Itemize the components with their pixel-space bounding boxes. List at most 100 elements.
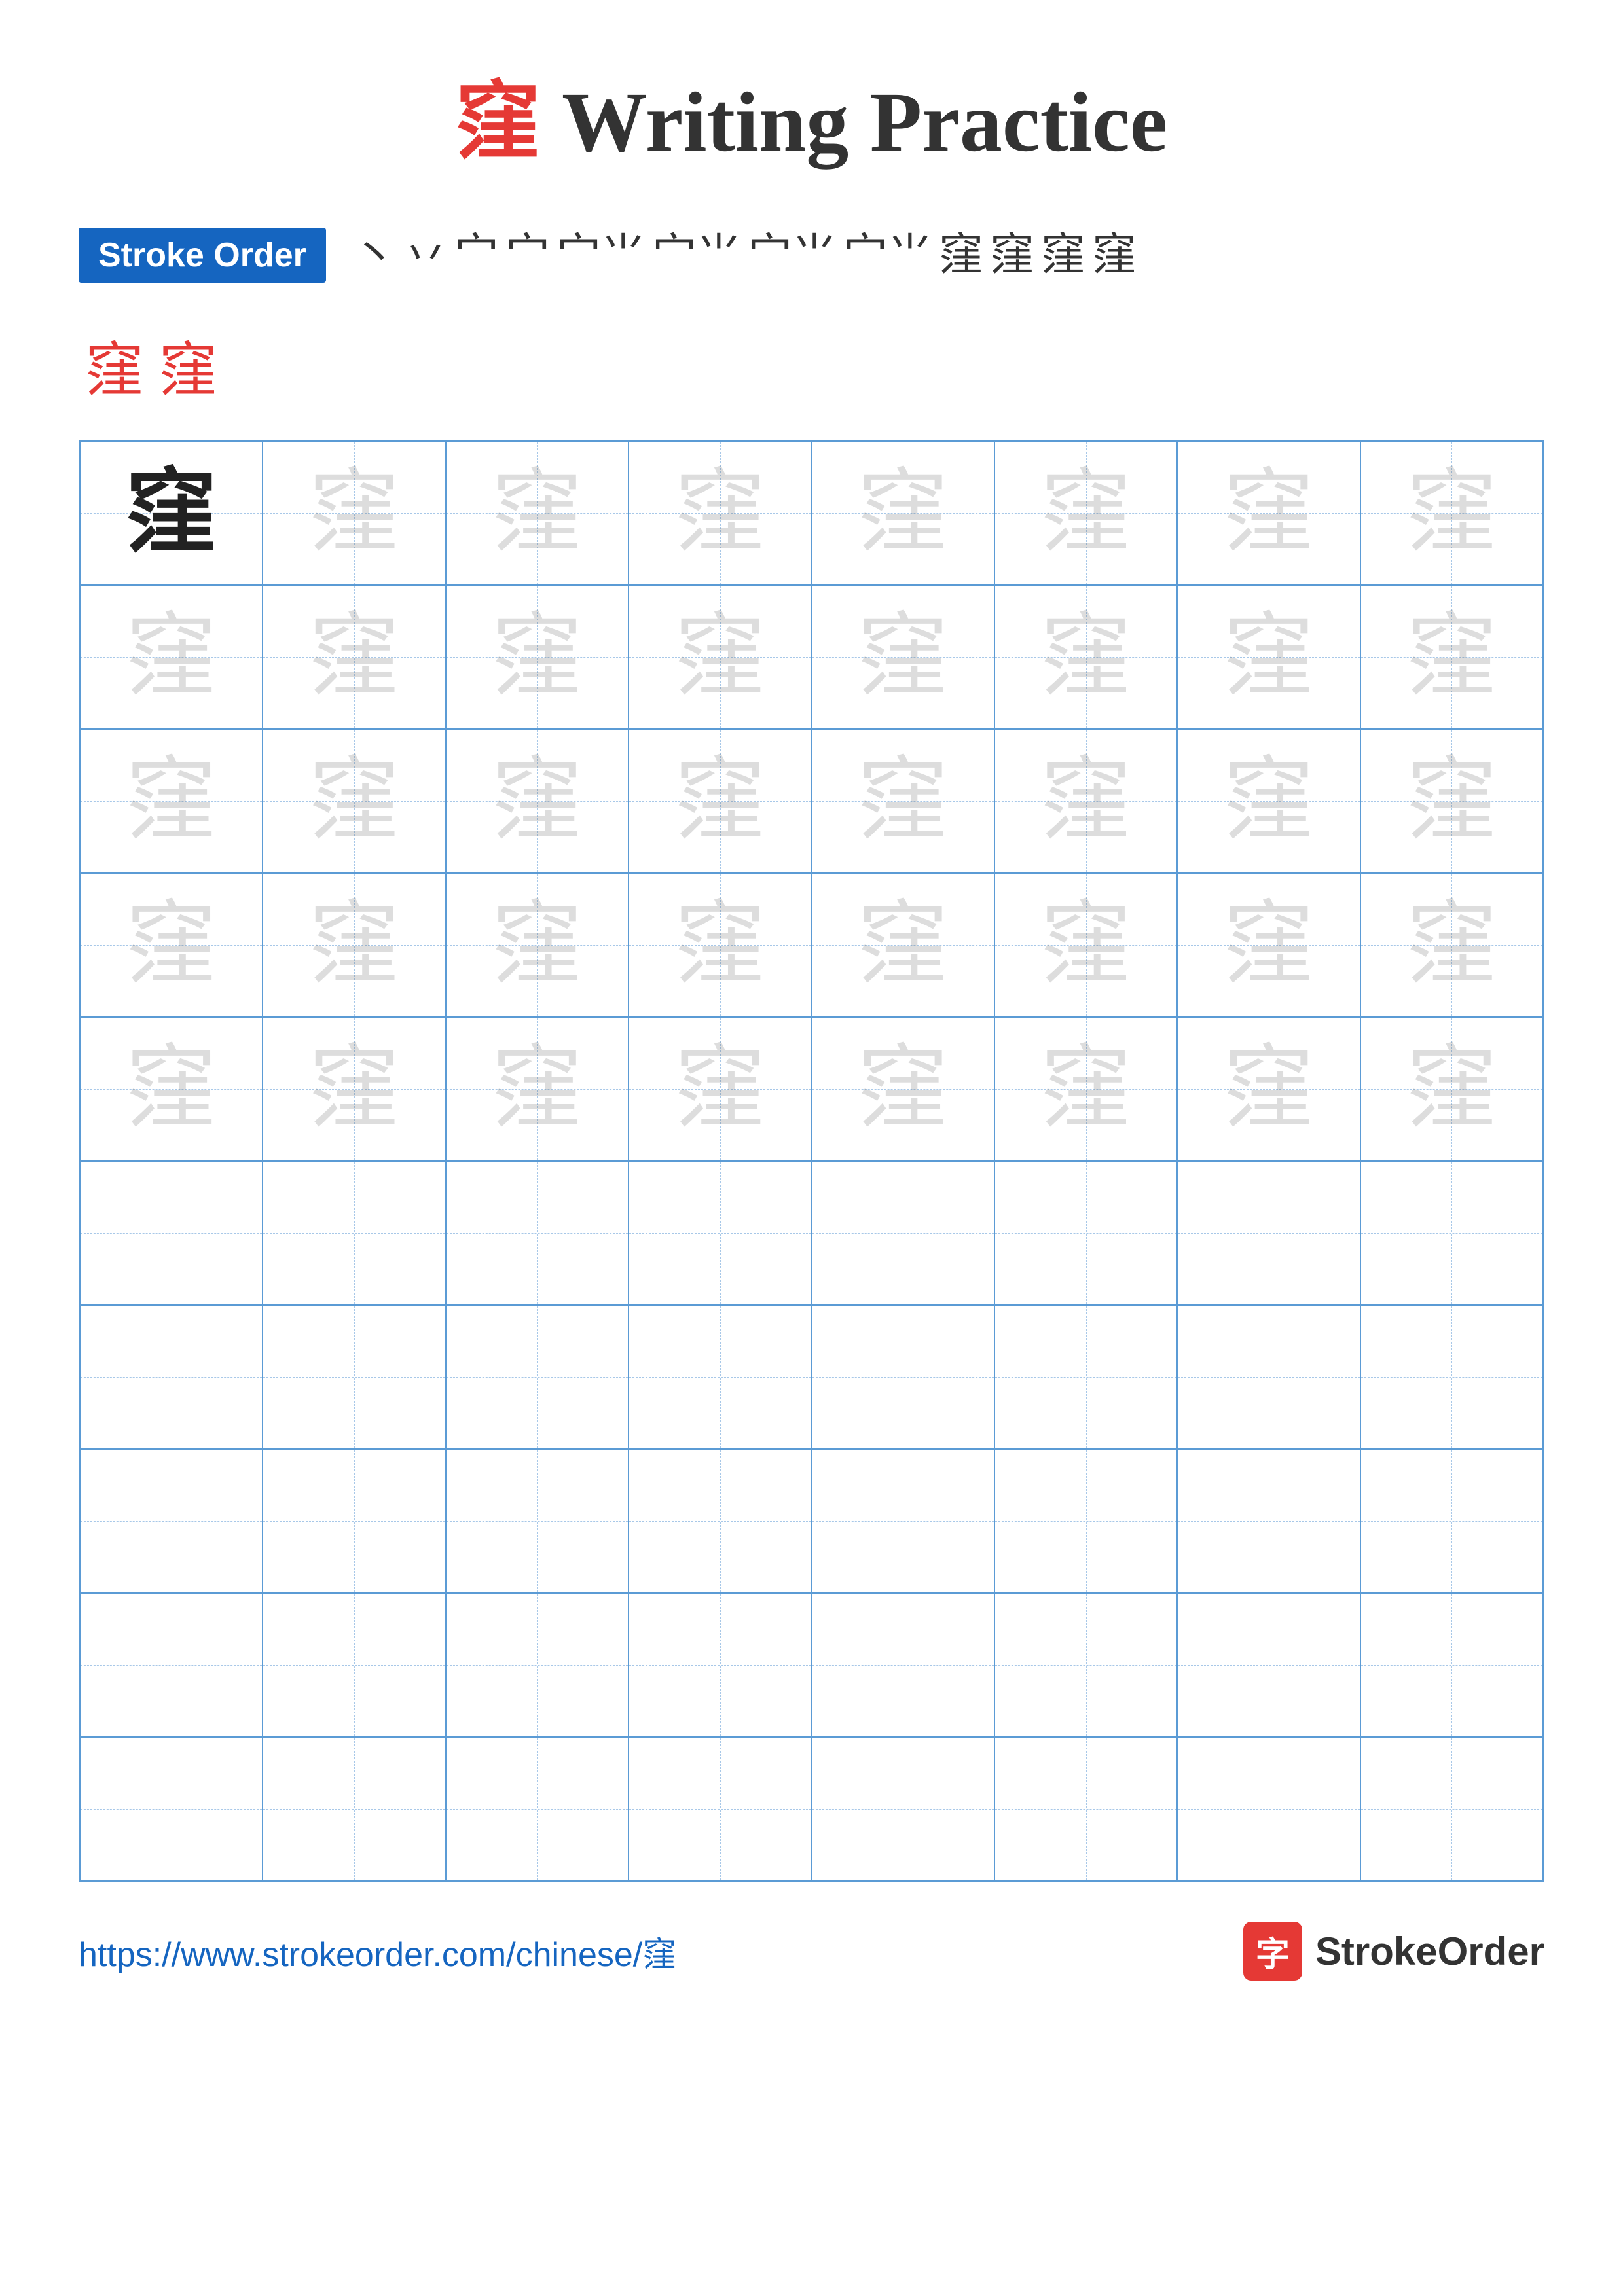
grid-cell-r5c1: 窪 bbox=[80, 1017, 263, 1161]
grid-cell-r7c2 bbox=[263, 1305, 445, 1449]
char-faded: 窪 bbox=[1040, 1043, 1132, 1135]
grid-cell-r2c8: 窪 bbox=[1360, 585, 1543, 729]
grid-cell-r9c7 bbox=[1177, 1593, 1360, 1737]
char-faded: 窪 bbox=[857, 611, 949, 703]
grid-cell-r10c2 bbox=[263, 1737, 445, 1881]
stroke-order-badge: Stroke Order bbox=[79, 228, 326, 283]
char-dark: 窪 bbox=[126, 467, 217, 559]
grid-cell-r10c5 bbox=[812, 1737, 994, 1881]
grid-cell-r4c3: 窪 bbox=[446, 873, 629, 1017]
grid-cell-r5c7: 窪 bbox=[1177, 1017, 1360, 1161]
footer: https://www.strokeorder.com/chinese/窪 字 … bbox=[79, 1922, 1544, 1981]
grid-cell-r7c4 bbox=[629, 1305, 811, 1449]
grid-cell-r4c8: 窪 bbox=[1360, 873, 1543, 1017]
footer-brand-name: StrokeOrder bbox=[1315, 1929, 1544, 1974]
grid-cell-r8c5 bbox=[812, 1449, 994, 1593]
grid-cell-r10c6 bbox=[994, 1737, 1177, 1881]
grid-cell-r5c2: 窪 bbox=[263, 1017, 445, 1161]
grid-cell-r6c1 bbox=[80, 1161, 263, 1305]
char-faded: 窪 bbox=[674, 755, 766, 847]
stroke-4: 宀 bbox=[505, 228, 550, 282]
grid-cell-r3c3: 窪 bbox=[446, 729, 629, 873]
grid-cell-r3c5: 窪 bbox=[812, 729, 994, 873]
grid-cell-r2c7: 窪 bbox=[1177, 585, 1360, 729]
grid-cell-r4c4: 窪 bbox=[629, 873, 811, 1017]
stroke-6: 宀⺌ bbox=[652, 228, 741, 282]
grid-cell-r9c8 bbox=[1360, 1593, 1543, 1737]
char-faded: 窪 bbox=[1406, 899, 1497, 991]
grid-cell-r1c4: 窪 bbox=[629, 441, 811, 585]
grid-cell-r4c2: 窪 bbox=[263, 873, 445, 1017]
grid-cell-r6c7 bbox=[1177, 1161, 1360, 1305]
grid-cell-r4c1: 窪 bbox=[80, 873, 263, 1017]
grid-cell-r9c5 bbox=[812, 1593, 994, 1737]
grid-cell-r9c2 bbox=[263, 1593, 445, 1737]
grid-cell-r9c1 bbox=[80, 1593, 263, 1737]
footer-brand: 字 StrokeOrder bbox=[1243, 1922, 1544, 1981]
char-faded: 窪 bbox=[857, 467, 949, 559]
char-faded: 窪 bbox=[674, 467, 766, 559]
grid-cell-r2c2: 窪 bbox=[263, 585, 445, 729]
char-faded: 窪 bbox=[126, 611, 217, 703]
grid-cell-r4c7: 窪 bbox=[1177, 873, 1360, 1017]
stroke-2: 丷 bbox=[403, 228, 448, 282]
char-faded: 窪 bbox=[126, 899, 217, 991]
grid-cell-r3c6: 窪 bbox=[994, 729, 1177, 873]
grid-cell-r3c4: 窪 bbox=[629, 729, 811, 873]
grid-cell-r1c3: 窪 bbox=[446, 441, 629, 585]
grid-cell-r10c8 bbox=[1360, 1737, 1543, 1881]
grid-cell-r8c1 bbox=[80, 1449, 263, 1593]
grid-cell-r1c2: 窪 bbox=[263, 441, 445, 585]
char-faded: 窪 bbox=[1406, 611, 1497, 703]
char-faded: 窪 bbox=[1223, 467, 1315, 559]
char-faded: 窪 bbox=[674, 1043, 766, 1135]
page-title: 窪 Writing Practice bbox=[456, 52, 1168, 175]
title-chinese: 窪 bbox=[456, 75, 541, 170]
stroke-7: 宀⺌ bbox=[748, 228, 837, 282]
char-faded: 窪 bbox=[674, 611, 766, 703]
grid-cell-r8c3 bbox=[446, 1449, 629, 1593]
grid-cell-r10c4 bbox=[629, 1737, 811, 1881]
grid-cell-r7c3 bbox=[446, 1305, 629, 1449]
grid-cell-r3c1: 窪 bbox=[80, 729, 263, 873]
stroke-9: 窪 bbox=[939, 228, 983, 282]
char-faded: 窪 bbox=[1223, 611, 1315, 703]
grid-cell-r6c6 bbox=[994, 1161, 1177, 1305]
char-faded: 窪 bbox=[857, 1043, 949, 1135]
grid-cell-r6c3 bbox=[446, 1161, 629, 1305]
grid-cell-r1c5: 窪 bbox=[812, 441, 994, 585]
char-faded: 窪 bbox=[1406, 467, 1497, 559]
footer-url: https://www.strokeorder.com/chinese/窪 bbox=[79, 1927, 676, 1976]
char-faded: 窪 bbox=[1223, 755, 1315, 847]
grid-cell-r9c6 bbox=[994, 1593, 1177, 1737]
grid-cell-r3c2: 窪 bbox=[263, 729, 445, 873]
char-faded: 窪 bbox=[491, 899, 583, 991]
grid-cell-r5c3: 窪 bbox=[446, 1017, 629, 1161]
char-faded: 窪 bbox=[126, 1043, 217, 1135]
grid-cell-r10c3 bbox=[446, 1737, 629, 1881]
char-faded: 窪 bbox=[308, 611, 400, 703]
grid-cell-r5c6: 窪 bbox=[994, 1017, 1177, 1161]
char-faded: 窪 bbox=[308, 755, 400, 847]
grid-cell-r7c7 bbox=[1177, 1305, 1360, 1449]
char-faded: 窪 bbox=[857, 899, 949, 991]
grid-cell-r1c1: 窪 bbox=[80, 441, 263, 585]
grid-cell-r8c7 bbox=[1177, 1449, 1360, 1593]
page: 窪 Writing Practice Stroke Order 丶 丷 宀 宀 … bbox=[0, 0, 1623, 2296]
grid-cell-r2c4: 窪 bbox=[629, 585, 811, 729]
stroke-order-section: Stroke Order 丶 丷 宀 宀 宀⺌ 宀⺌ 宀⺌ 宀⺌ 窪 窪 窪 窪 bbox=[79, 228, 1544, 283]
stroke-8: 宀⺌ bbox=[843, 228, 932, 282]
stroke-5: 宀⺌ bbox=[556, 228, 646, 282]
char-faded: 窪 bbox=[1223, 1043, 1315, 1135]
char-faded: 窪 bbox=[857, 755, 949, 847]
stroke-sequence: 丶 丷 宀 宀 宀⺌ 宀⺌ 宀⺌ 宀⺌ 窪 窪 窪 窪 bbox=[352, 228, 1137, 282]
grid-cell-r6c2 bbox=[263, 1161, 445, 1305]
grid-cell-r5c8: 窪 bbox=[1360, 1017, 1543, 1161]
char-faded: 窪 bbox=[1406, 755, 1497, 847]
footer-logo: 字 bbox=[1243, 1922, 1302, 1981]
grid-cell-r10c1 bbox=[80, 1737, 263, 1881]
grid-cell-r8c2 bbox=[263, 1449, 445, 1593]
grid-cell-r7c6 bbox=[994, 1305, 1177, 1449]
grid-cell-r1c6: 窪 bbox=[994, 441, 1177, 585]
stroke-11: 窪 bbox=[1041, 228, 1085, 282]
